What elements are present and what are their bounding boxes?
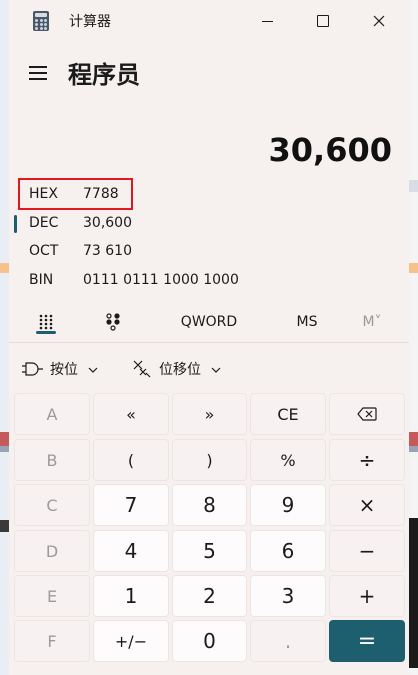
key-hex-b[interactable]: B bbox=[14, 439, 90, 481]
key-modulo[interactable]: % bbox=[250, 439, 326, 481]
key-7[interactable]: 7 bbox=[93, 484, 169, 526]
calculator-window: 计算器 程序员 30,600 HEX 7788 DEC 30,600 OCT 7… bbox=[9, 0, 409, 675]
radix-row-oct[interactable]: OCT 73 610 bbox=[9, 238, 409, 266]
background-band bbox=[409, 432, 418, 446]
memory-list-button[interactable]: M˅ bbox=[347, 302, 397, 342]
key-4[interactable]: 4 bbox=[93, 530, 169, 572]
radix-value: 30,600 bbox=[83, 215, 132, 231]
navigation-menu-button[interactable] bbox=[29, 64, 49, 80]
key-3[interactable]: 3 bbox=[250, 575, 326, 617]
background-band bbox=[409, 446, 418, 452]
bitshift-label: 位移位 bbox=[159, 362, 201, 378]
radix-label: DEC bbox=[29, 215, 59, 231]
display-value: 30,600 bbox=[268, 131, 392, 169]
calculator-app-icon bbox=[33, 11, 49, 31]
bitwise-label: 按位 bbox=[50, 362, 78, 378]
bit-toggle-icon bbox=[106, 313, 120, 331]
background-band bbox=[0, 446, 9, 452]
key-divide[interactable]: ÷ bbox=[329, 439, 405, 481]
radix-label: BIN bbox=[29, 272, 54, 288]
bitwise-dropdown[interactable]: 按位 bbox=[22, 352, 98, 386]
chevron-down-icon bbox=[211, 363, 221, 376]
keypad: A « » CE B ( ) % ÷ C 7 8 9 × D 4 5 6 − E… bbox=[14, 393, 405, 670]
key-6[interactable]: 6 bbox=[250, 530, 326, 572]
key-8[interactable]: 8 bbox=[172, 484, 247, 526]
key-hex-c[interactable]: C bbox=[14, 484, 90, 526]
annotation-highlight-box bbox=[18, 178, 133, 210]
radix-label: OCT bbox=[29, 243, 59, 259]
key-add[interactable]: + bbox=[329, 575, 405, 617]
key-2[interactable]: 2 bbox=[172, 575, 247, 617]
background-band bbox=[409, 518, 418, 668]
word-size-button[interactable]: QWORD bbox=[167, 302, 251, 342]
radix-value: 0111 0111 1000 1000 bbox=[83, 272, 239, 288]
key-1[interactable]: 1 bbox=[93, 575, 169, 617]
key-0[interactable]: 0 bbox=[172, 620, 247, 662]
key-close-paren[interactable]: ) bbox=[172, 439, 247, 481]
key-open-paren[interactable]: ( bbox=[93, 439, 169, 481]
key-hex-a[interactable]: A bbox=[14, 393, 90, 435]
selected-radix-indicator bbox=[14, 215, 17, 233]
chevron-down-icon bbox=[88, 363, 98, 376]
key-negate[interactable]: +/− bbox=[93, 620, 169, 662]
background-band bbox=[0, 263, 9, 273]
radix-row-bin[interactable]: BIN 0111 0111 1000 1000 bbox=[9, 267, 409, 295]
key-right-shift[interactable]: » bbox=[172, 393, 247, 435]
background-window-right bbox=[409, 0, 418, 675]
backspace-icon bbox=[357, 407, 377, 421]
key-subtract[interactable]: − bbox=[329, 530, 405, 572]
background-band bbox=[0, 520, 9, 532]
radix-value: 73 610 bbox=[83, 243, 132, 259]
maximize-icon bbox=[317, 15, 329, 27]
key-left-shift[interactable]: « bbox=[93, 393, 169, 435]
key-clear-entry[interactable]: CE bbox=[250, 393, 326, 435]
screen: 计算器 程序员 30,600 HEX 7788 DEC 30,600 OCT 7… bbox=[0, 0, 418, 675]
key-hex-d[interactable]: D bbox=[14, 530, 90, 572]
radix-row-dec[interactable]: DEC 30,600 bbox=[9, 210, 409, 238]
divider bbox=[9, 342, 409, 343]
key-hex-f[interactable]: F bbox=[14, 620, 90, 662]
key-9[interactable]: 9 bbox=[250, 484, 326, 526]
hamburger-icon bbox=[29, 66, 47, 68]
full-keypad-button[interactable] bbox=[26, 302, 66, 342]
keypad-mode-bar: QWORD MS M˅ bbox=[9, 302, 409, 342]
memory-store-button[interactable]: MS bbox=[279, 302, 335, 342]
background-window-left bbox=[0, 0, 9, 675]
logic-gate-icon bbox=[22, 358, 44, 380]
background-band bbox=[0, 432, 9, 446]
active-keypad-indicator bbox=[36, 331, 56, 334]
key-5[interactable]: 5 bbox=[172, 530, 247, 572]
key-equals[interactable]: = bbox=[329, 620, 405, 662]
maximize-button[interactable] bbox=[295, 0, 351, 42]
minimize-button[interactable] bbox=[239, 0, 295, 42]
background-band bbox=[409, 263, 418, 273]
key-decimal[interactable]: . bbox=[250, 620, 326, 662]
key-backspace[interactable] bbox=[329, 393, 405, 435]
bit-toggling-keypad-button[interactable] bbox=[93, 302, 133, 342]
title-bar[interactable]: 计算器 bbox=[9, 0, 409, 42]
mode-title: 程序员 bbox=[68, 61, 140, 89]
full-keypad-icon bbox=[39, 314, 53, 330]
bitshift-dropdown[interactable]: 位移位 bbox=[131, 352, 221, 386]
window-title: 计算器 bbox=[69, 14, 111, 30]
close-button[interactable] bbox=[351, 0, 407, 42]
close-icon bbox=[373, 15, 385, 27]
background-band bbox=[409, 180, 418, 192]
key-multiply[interactable]: × bbox=[329, 484, 405, 526]
key-hex-e[interactable]: E bbox=[14, 575, 90, 617]
minimize-icon bbox=[261, 20, 273, 22]
bitshift-icon bbox=[131, 358, 153, 380]
